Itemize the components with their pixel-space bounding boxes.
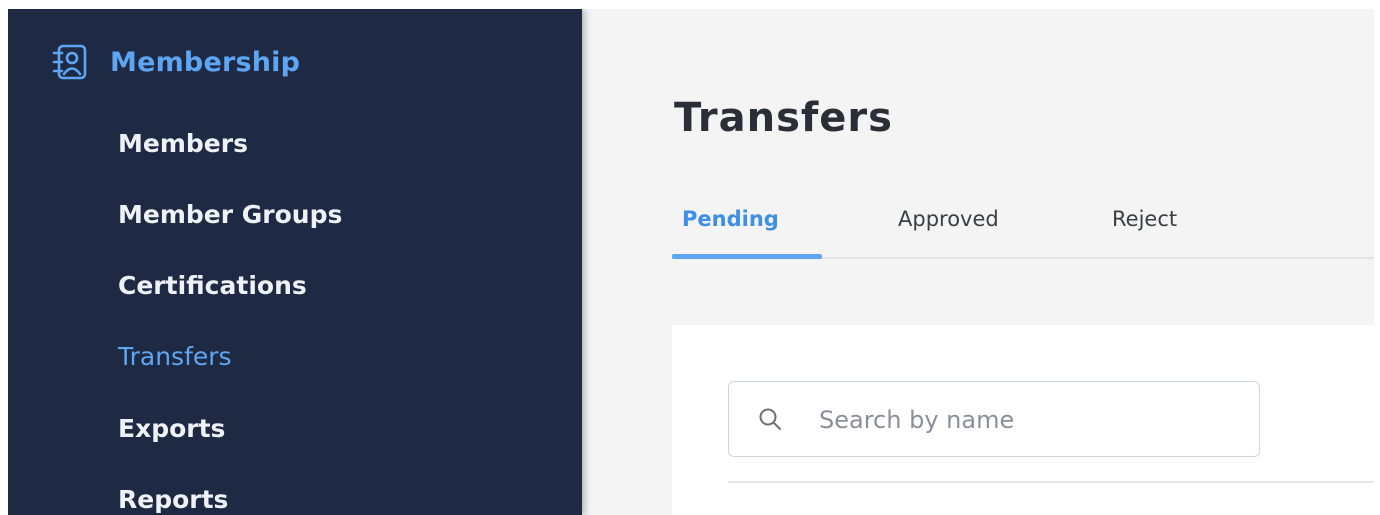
transfers-panel (672, 325, 1374, 515)
tab-pending[interactable]: Pending (682, 207, 779, 231)
sidebar-item-certifications[interactable]: Certifications (118, 271, 307, 300)
sidebar-section-membership[interactable]: Membership (52, 39, 300, 85)
contact-book-icon (52, 44, 88, 80)
sidebar-item-members[interactable]: Members (118, 129, 248, 158)
sidebar-section-title: Membership (110, 46, 301, 78)
main-content: Transfers Pending Approved Reject (582, 9, 1374, 515)
search-input[interactable] (817, 400, 1241, 440)
sidebar-item-member-groups[interactable]: Member Groups (118, 200, 342, 229)
tab-approved[interactable]: Approved (898, 207, 999, 231)
search-icon (757, 406, 783, 432)
tab-bar: Pending Approved Reject (672, 199, 1374, 259)
search-box[interactable] (728, 381, 1260, 457)
app-frame: Membership Members Member Groups Certifi… (8, 9, 1374, 515)
tab-reject[interactable]: Reject (1112, 207, 1177, 231)
active-tab-indicator (672, 254, 822, 259)
page-title: Transfers (674, 95, 893, 141)
sidebar-item-reports[interactable]: Reports (118, 485, 228, 514)
sidebar-item-exports[interactable]: Exports (118, 414, 225, 443)
divider (728, 481, 1374, 483)
sidebar: Membership Members Member Groups Certifi… (8, 9, 582, 515)
sidebar-item-transfers[interactable]: Transfers (118, 342, 232, 371)
